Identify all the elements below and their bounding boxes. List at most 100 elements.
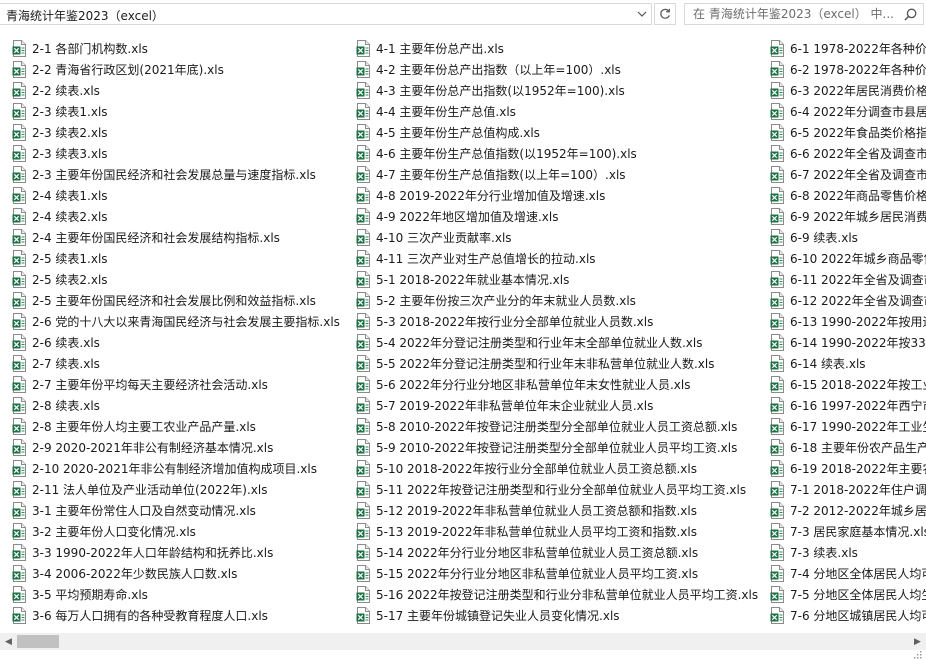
chevron-down-icon[interactable]	[633, 4, 651, 24]
file-item[interactable]: 4-8 2019-2022年分行业增加值及增速.xls	[356, 185, 766, 206]
file-item[interactable]: 5-1 2018-2022年就业基本情况.xls	[356, 269, 766, 290]
file-item[interactable]: 2-5 主要年份国民经济和社会发展比例和效益指标.xls	[12, 290, 352, 311]
search-box[interactable]	[684, 3, 924, 25]
file-item[interactable]: 3-1 主要年份常住人口及自然变动情况.xls	[12, 500, 352, 521]
file-item[interactable]: 5-17 主要年份城镇登记失业人员变化情况.xls	[356, 605, 766, 626]
file-item[interactable]: 6-3 2022年居民消费价格	[770, 80, 926, 101]
scroll-left-arrow-icon[interactable]: ◀	[0, 633, 17, 650]
refresh-button[interactable]	[654, 3, 676, 25]
file-item[interactable]: 4-5 主要年份生产总值构成.xls	[356, 122, 766, 143]
file-item[interactable]: 4-3 主要年份总产出指数(以1952年=100).xls	[356, 80, 766, 101]
file-item[interactable]: 4-6 主要年份生产总值指数(以1952年=100).xls	[356, 143, 766, 164]
file-item[interactable]: 3-4 2006-2022年少数民族人口数.xls	[12, 563, 352, 584]
file-item[interactable]: 6-13 1990-2022年按用途	[770, 311, 926, 332]
search-icon[interactable]	[903, 7, 917, 21]
excel-file-icon	[12, 439, 26, 456]
file-item[interactable]: 5-2 主要年份按三次产业分的年末就业人员数.xls	[356, 290, 766, 311]
file-item[interactable]: 6-14 1990-2022年按33个	[770, 332, 926, 353]
file-item[interactable]: 6-6 2022年全省及调查市	[770, 143, 926, 164]
file-item[interactable]: 6-16 1997-2022年西宁市	[770, 395, 926, 416]
file-item[interactable]: 5-13 2019-2022年非私营单位就业人员平均工资和指数.xls	[356, 521, 766, 542]
file-item[interactable]: 4-1 主要年份总产出.xls	[356, 38, 766, 59]
file-item[interactable]: 5-15 2022年分行业分地区非私营单位就业人员平均工资.xls	[356, 563, 766, 584]
file-item[interactable]: 2-5 续表1.xls	[12, 248, 352, 269]
file-item[interactable]: 2-10 2020-2021年非公有制经济增加值构成项目.xls	[12, 458, 352, 479]
file-item[interactable]: 7-5 分地区全体居民人均生	[770, 584, 926, 605]
file-item[interactable]: 7-3 居民家庭基本情况.xls	[770, 521, 926, 542]
file-item[interactable]: 6-1 1978-2022年各种价格	[770, 38, 926, 59]
address-bar[interactable]: 青海统计年鉴2023（excel）	[0, 3, 652, 25]
file-item[interactable]: 4-9 2022年地区增加值及增速.xls	[356, 206, 766, 227]
file-item[interactable]: 2-5 续表2.xls	[12, 269, 352, 290]
file-item[interactable]: 6-15 2018-2022年按工业	[770, 374, 926, 395]
file-item[interactable]: 6-9 2022年城乡居民消费	[770, 206, 926, 227]
file-item[interactable]: 5-6 2022年分行业分地区非私营单位年末女性就业人员.xls	[356, 374, 766, 395]
file-item[interactable]: 6-17 1990-2022年工业生	[770, 416, 926, 437]
file-item[interactable]: 7-4 分地区全体居民人均可	[770, 563, 926, 584]
file-item[interactable]: 3-6 每万人口拥有的各种受教育程度人口.xls	[12, 605, 352, 626]
file-item[interactable]: 2-4 续表1.xls	[12, 185, 352, 206]
address-path[interactable]: 青海统计年鉴2023（excel）	[6, 7, 164, 24]
file-item[interactable]: 5-9 2010-2022年按登记注册类型分全部单位就业人员平均工资.xls	[356, 437, 766, 458]
file-item[interactable]: 5-7 2019-2022年非私营单位年末企业就业人员.xls	[356, 395, 766, 416]
file-item[interactable]: 2-2 续表.xls	[12, 80, 352, 101]
file-item[interactable]: 5-5 2022年分登记注册类型和行业年末非私营单位就业人数.xls	[356, 353, 766, 374]
file-item[interactable]: 4-2 主要年份总产出指数（以上年=100）.xls	[356, 59, 766, 80]
file-item[interactable]: 2-7 主要年份平均每天主要经济社会活动.xls	[12, 374, 352, 395]
file-item[interactable]: 4-11 三次产业对生产总值增长的拉动.xls	[356, 248, 766, 269]
file-item[interactable]: 7-2 2012-2022年城乡居民	[770, 500, 926, 521]
file-item[interactable]: 2-8 主要年份人均主要工农业产品产量.xls	[12, 416, 352, 437]
scrollbar-thumb[interactable]	[17, 635, 59, 648]
file-item[interactable]: 2-8 续表.xls	[12, 395, 352, 416]
file-item[interactable]: 2-1 各部门机构数.xls	[12, 38, 352, 59]
file-item[interactable]: 5-11 2022年按登记注册类型和行业分全部单位就业人员平均工资.xls	[356, 479, 766, 500]
file-item[interactable]: 3-2 主要年份人口变化情况.xls	[12, 521, 352, 542]
file-item[interactable]: 3-5 平均预期寿命.xls	[12, 584, 352, 605]
file-item[interactable]: 6-7 2022年全省及调查市	[770, 164, 926, 185]
file-item[interactable]: 7-1 2018-2022年住户调查	[770, 479, 926, 500]
file-item[interactable]: 6-4 2022年分调查市县居民	[770, 101, 926, 122]
file-item[interactable]: 5-14 2022年分行业分地区非私营单位就业人员工资总额.xls	[356, 542, 766, 563]
file-name: 5-2 主要年份按三次产业分的年末就业人员数.xls	[376, 294, 636, 308]
scroll-right-arrow-icon[interactable]: ▶	[909, 633, 926, 650]
file-item[interactable]: 5-16 2022年按登记注册类型和行业分非私营单位就业人员平均工资.xls	[356, 584, 766, 605]
file-item[interactable]: 6-11 2022年全省及调查市	[770, 269, 926, 290]
file-item[interactable]: 5-4 2022年分登记注册类型和行业年末全部单位就业人数.xls	[356, 332, 766, 353]
file-item[interactable]: 2-11 法人单位及产业活动单位(2022年).xls	[12, 479, 352, 500]
file-item[interactable]: 2-6 党的十八大以来青海国民经济与社会发展主要指标.xls	[12, 311, 352, 332]
file-item[interactable]: 6-14 续表.xls	[770, 353, 926, 374]
file-item[interactable]: 2-3 续表3.xls	[12, 143, 352, 164]
file-item[interactable]: 2-3 续表2.xls	[12, 122, 352, 143]
file-item[interactable]: 6-19 2018-2022年主要农	[770, 458, 926, 479]
file-item[interactable]: 2-3 主要年份国民经济和社会发展总量与速度指标.xls	[12, 164, 352, 185]
file-item[interactable]: 3-3 1990-2022年人口年龄结构和抚养比.xls	[12, 542, 352, 563]
file-item[interactable]: 7-6 分地区城镇居民人均可	[770, 605, 926, 626]
file-item[interactable]: 5-10 2018-2022年按行业分全部单位就业人员工资总额.xls	[356, 458, 766, 479]
file-item[interactable]: 6-9 续表.xls	[770, 227, 926, 248]
file-item[interactable]: 4-7 主要年份生产总值指数(以上年=100）.xls	[356, 164, 766, 185]
file-item[interactable]: 5-8 2010-2022年按登记注册类型分全部单位就业人员工资总额.xls	[356, 416, 766, 437]
file-item[interactable]: 6-12 2022年全省及调查市	[770, 290, 926, 311]
search-input[interactable]	[685, 4, 897, 24]
file-item[interactable]: 2-9 2020-2021年非公有制经济基本情况.xls	[12, 437, 352, 458]
file-item[interactable]: 6-18 主要年份农产品生产	[770, 437, 926, 458]
file-item[interactable]: 6-8 2022年商品零售价格	[770, 185, 926, 206]
excel-file-icon	[356, 313, 370, 330]
file-item[interactable]: 4-4 主要年份生产总值.xls	[356, 101, 766, 122]
horizontal-scrollbar[interactable]: ◀ ▶	[0, 633, 926, 650]
file-item[interactable]: 6-10 2022年城乡商品零售	[770, 248, 926, 269]
file-item[interactable]: 2-4 主要年份国民经济和社会发展结构指标.xls	[12, 227, 352, 248]
resize-grip-icon[interactable]	[914, 651, 922, 659]
file-item[interactable]: 2-4 续表2.xls	[12, 206, 352, 227]
file-item[interactable]: 2-6 续表.xls	[12, 332, 352, 353]
file-item[interactable]: 5-12 2019-2022年非私营单位就业人员工资总额和指数.xls	[356, 500, 766, 521]
file-item[interactable]: 2-7 续表.xls	[12, 353, 352, 374]
file-item[interactable]: 4-10 三次产业贡献率.xls	[356, 227, 766, 248]
file-item[interactable]: 6-2 1978-2022年各种价格	[770, 59, 926, 80]
file-item[interactable]: 6-5 2022年食品类价格指	[770, 122, 926, 143]
file-name: 3-6 每万人口拥有的各种受教育程度人口.xls	[32, 609, 268, 623]
file-item[interactable]: 7-3 续表.xls	[770, 542, 926, 563]
file-item[interactable]: 2-2 青海省行政区划(2021年底).xls	[12, 59, 352, 80]
file-item[interactable]: 2-3 续表1.xls	[12, 101, 352, 122]
file-item[interactable]: 5-3 2018-2022年按行业分全部单位就业人员数.xls	[356, 311, 766, 332]
